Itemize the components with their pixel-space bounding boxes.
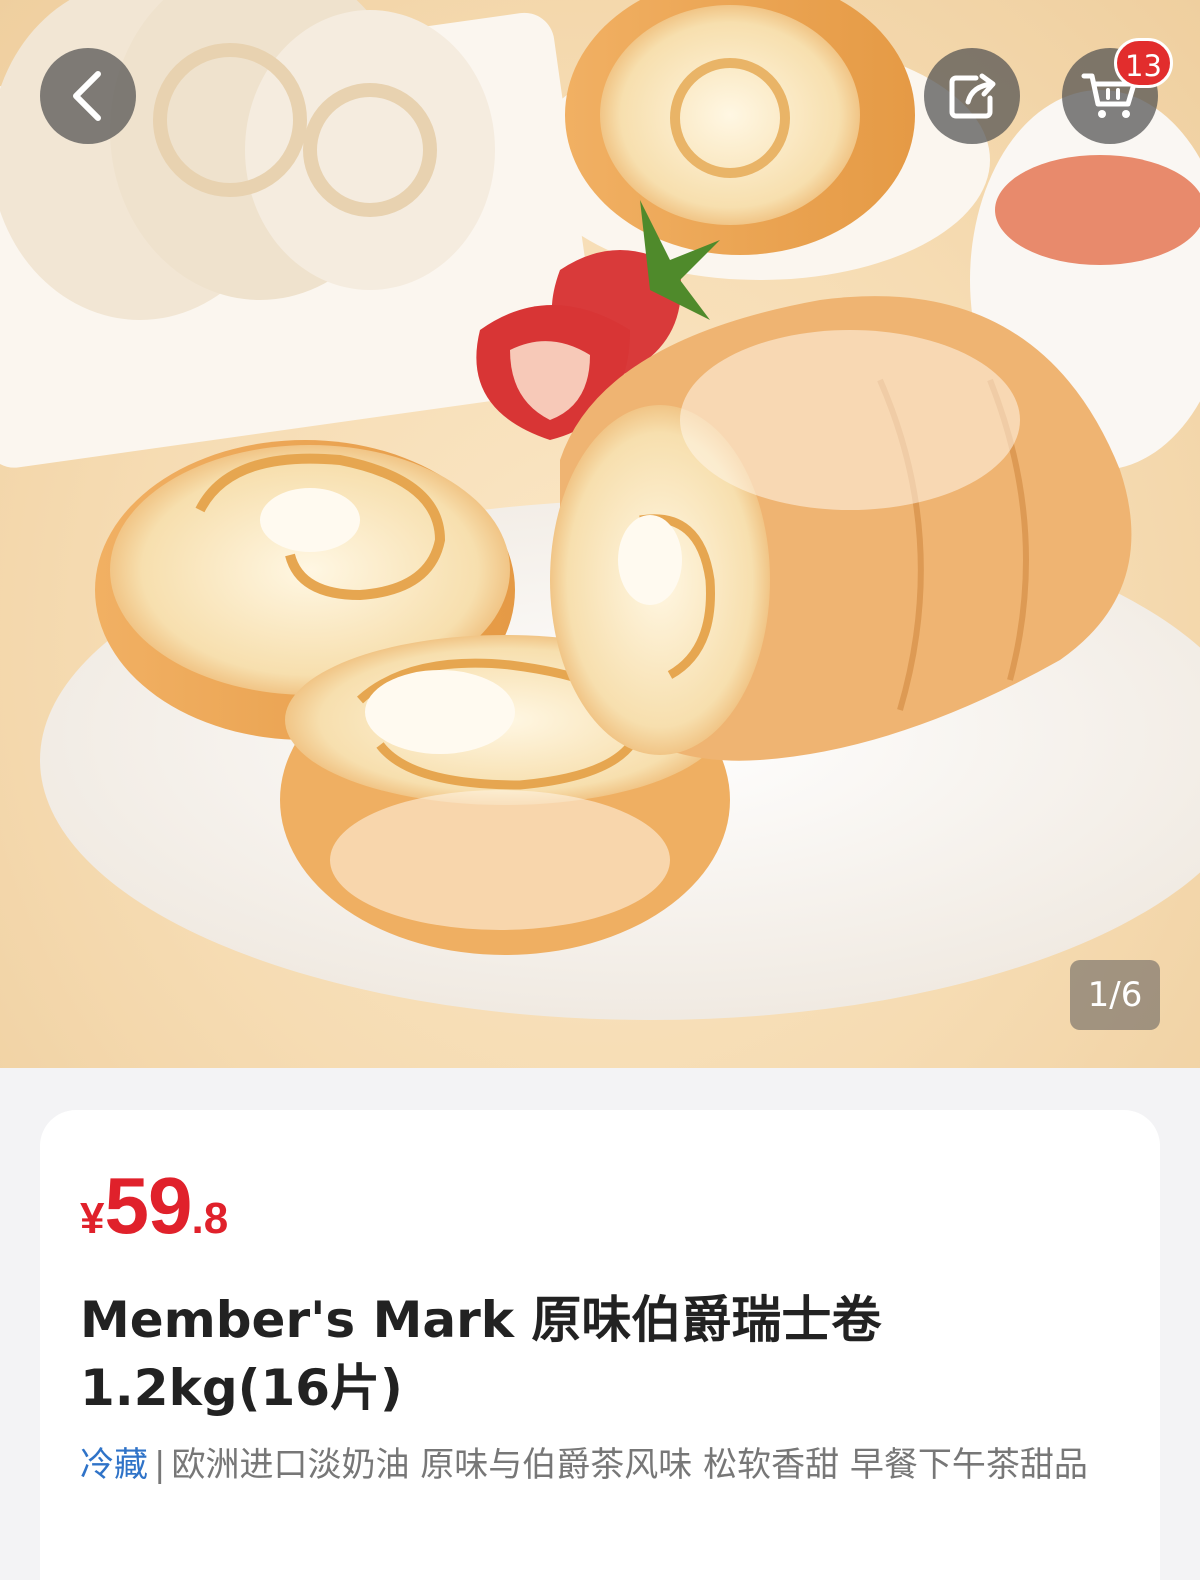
back-button[interactable] bbox=[40, 48, 136, 144]
description-text: 欧洲进口淡奶油 原味与伯爵茶风味 松软香甜 早餐下午茶甜品 bbox=[171, 1445, 1088, 1485]
storage-tag: 冷藏 bbox=[80, 1445, 148, 1485]
product-price: ¥59.8 bbox=[80, 1160, 228, 1252]
product-photo bbox=[0, 0, 1200, 1020]
image-pager: 1/6 bbox=[1070, 960, 1160, 1030]
share-icon bbox=[949, 73, 996, 119]
product-title: Member's Mark 原味伯爵瑞士卷 1.2kg(16片) bbox=[80, 1291, 882, 1417]
product-description: 冷藏 | 欧洲进口淡奶油 原味与伯爵茶风味 松软香甜 早餐下午茶甜品 bbox=[80, 1442, 1120, 1488]
cart-count-badge: 13 bbox=[1114, 38, 1173, 88]
share-button[interactable] bbox=[924, 48, 1020, 144]
product-image-gallery[interactable]: 13 1/6 bbox=[0, 0, 1200, 1068]
price-currency: ¥ bbox=[80, 1194, 105, 1243]
chevron-left-icon bbox=[73, 71, 101, 121]
price-integer: 59 bbox=[104, 1161, 192, 1250]
price-decimal: .8 bbox=[191, 1194, 229, 1243]
product-info-card: ¥59.8 Member's Mark 原味伯爵瑞士卷 1.2kg(16片) 冷… bbox=[40, 1110, 1160, 1580]
tag-separator: | bbox=[154, 1445, 166, 1485]
